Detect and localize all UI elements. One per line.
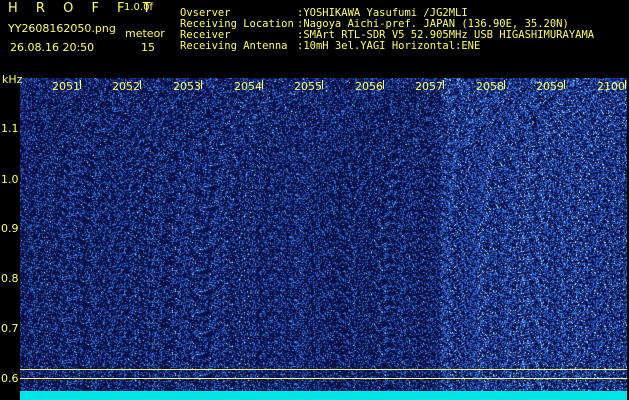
y-tick-label: 1.1 — [1, 122, 19, 135]
x-tick-label: 2055 — [294, 80, 322, 93]
x-tick-mark — [201, 80, 202, 89]
x-tick-label: 2057 — [415, 80, 443, 93]
x-tick-label: 2100 — [597, 80, 625, 93]
y-tick-label: 0.7 — [1, 322, 19, 335]
meta-label-antenna: Receiving Antenna — [180, 40, 288, 52]
y-tick-label: 0.9 — [1, 222, 19, 235]
y-axis-unit: kHz — [2, 73, 23, 86]
noise-baseline — [20, 391, 627, 400]
file-name: YY2608162050.png — [8, 22, 116, 35]
spectrogram-canvas — [20, 78, 627, 397]
event-label: meteor — [125, 27, 165, 40]
event-count: 15 — [141, 41, 155, 54]
reference-line-upper — [20, 369, 627, 370]
x-tick-label: 2052 — [112, 80, 140, 93]
date-time: 26.08.16 20:50 — [10, 41, 95, 54]
x-tick-mark — [322, 80, 323, 89]
x-tick-label: 2053 — [173, 80, 201, 93]
x-tick-mark — [625, 80, 626, 89]
x-tick-label: 2051 — [52, 80, 80, 93]
x-tick-label: 2058 — [476, 80, 504, 93]
app-version: 1.0.0f — [124, 2, 153, 13]
reference-line-lower — [20, 378, 627, 379]
x-tick-mark — [383, 80, 384, 89]
meta-value-antenna: :10mH 3el.YAGI Horizontal:ENE — [297, 40, 481, 52]
x-tick-mark — [80, 80, 81, 89]
x-tick-mark — [140, 80, 141, 89]
y-tick-label: 1.0 — [1, 173, 19, 186]
x-tick-label: 2056 — [355, 80, 383, 93]
x-tick-mark — [443, 80, 444, 89]
x-tick-label: 2059 — [536, 80, 564, 93]
y-tick-label: 0.6 — [1, 372, 19, 385]
y-tick-label: 0.8 — [1, 272, 19, 285]
spectrogram-plot — [20, 78, 627, 397]
x-tick-mark — [504, 80, 505, 89]
x-tick-mark — [564, 80, 565, 89]
x-tick-mark — [262, 80, 263, 89]
x-tick-label: 2054 — [234, 80, 262, 93]
